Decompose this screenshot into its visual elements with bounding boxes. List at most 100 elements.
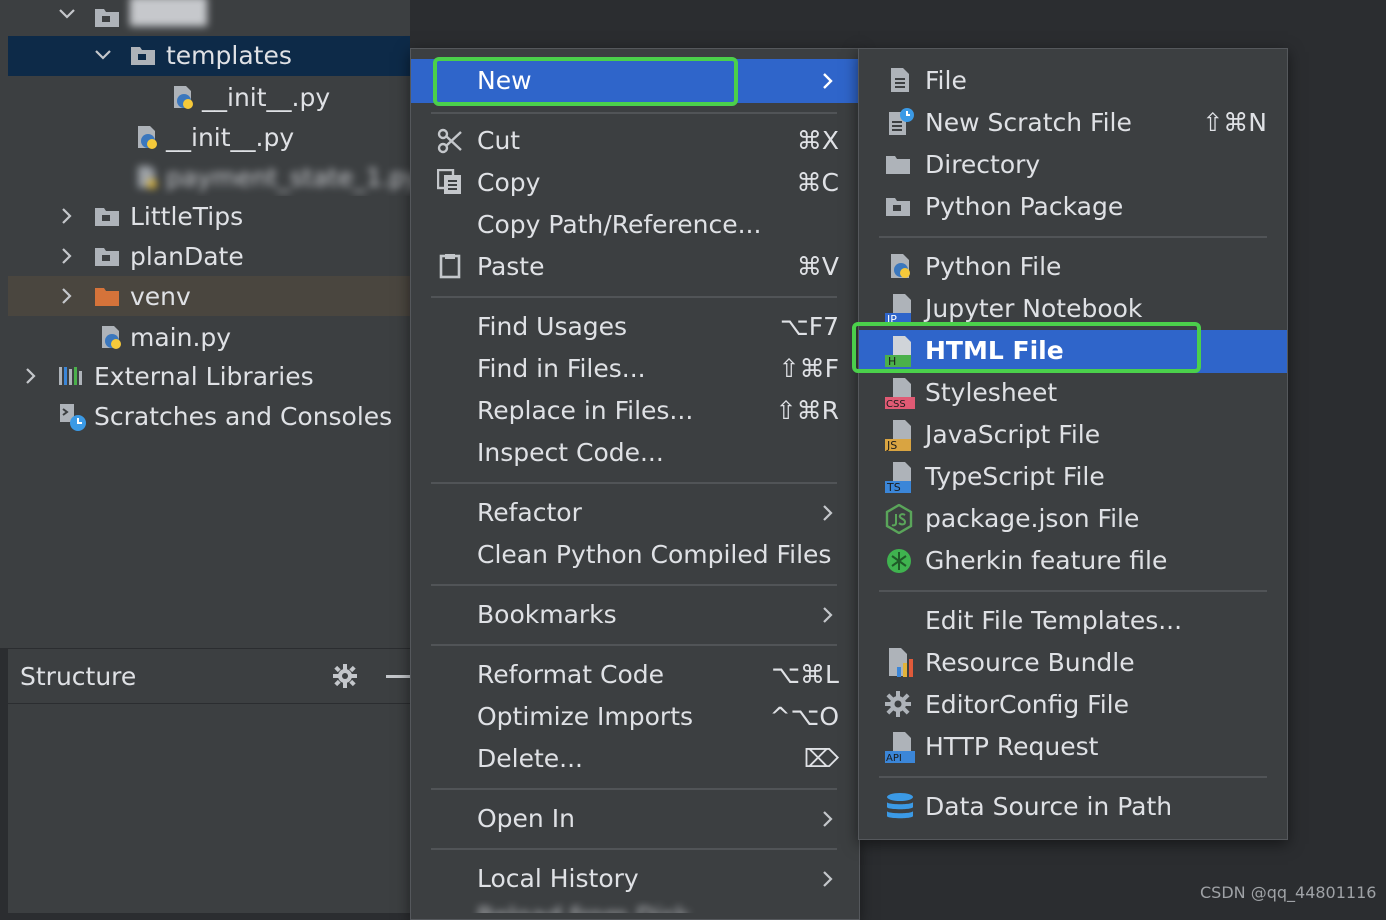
tree-row-root[interactable]: ████ bbox=[8, 0, 410, 40]
scissors-icon bbox=[437, 128, 462, 154]
menu-item-copy-path[interactable]: Copy Path/Reference... bbox=[411, 204, 859, 246]
submenu-item-resource-bundle[interactable]: Resource Bundle bbox=[859, 642, 1287, 684]
menu-item-reformat-code[interactable]: Reformat Code ⌥⌘L bbox=[411, 654, 859, 696]
menu-item-local-history[interactable]: Local History bbox=[411, 858, 859, 900]
menu-item-find-usages[interactable]: Find Usages ⌥F7 bbox=[411, 306, 859, 348]
chevron-right-icon bbox=[819, 798, 837, 840]
folder-icon bbox=[95, 208, 119, 226]
submenu-item-package-json-label: package.json File bbox=[925, 504, 1140, 533]
menu-item-cut[interactable]: Cut ⌘X bbox=[411, 120, 859, 162]
minimize-icon[interactable] bbox=[386, 675, 410, 678]
menu-item-optimize-imports[interactable]: Optimize Imports ^⌥O bbox=[411, 696, 859, 738]
menu-separator bbox=[431, 584, 837, 586]
tree-label-scratches: Scratches and Consoles bbox=[94, 402, 393, 431]
resource-bundle-icon bbox=[889, 648, 913, 677]
submenu-item-resource-bundle-label: Resource Bundle bbox=[925, 648, 1135, 677]
submenu-item-python-package[interactable]: Python Package bbox=[859, 186, 1287, 228]
submenu-item-new-scratch-file[interactable]: New Scratch File ⇧⌘N bbox=[859, 102, 1287, 144]
tree-row-init[interactable]: __init__.py bbox=[8, 116, 410, 156]
chevron-right-icon[interactable] bbox=[20, 365, 42, 387]
tree-row-blurred-file[interactable]: payment_state_1.py bbox=[8, 156, 410, 196]
menu-item-replace-in-files[interactable]: Replace in Files... ⇧⌘R bbox=[411, 390, 859, 432]
submenu-item-editorconfig[interactable]: EditorConfig File bbox=[859, 684, 1287, 726]
submenu-item-file[interactable]: File bbox=[859, 60, 1287, 102]
submenu-item-stylesheet[interactable]: CSS Stylesheet bbox=[859, 372, 1287, 414]
chevron-right-icon bbox=[819, 858, 837, 900]
css-file-icon: CSS bbox=[885, 378, 915, 409]
tree-row-init-nested[interactable]: __init__.py bbox=[8, 76, 410, 116]
python-file-icon bbox=[138, 166, 157, 189]
nodejs-icon bbox=[885, 504, 913, 534]
menu-item-clean-compiled[interactable]: Clean Python Compiled Files bbox=[411, 534, 859, 576]
menu-item-local-history-label: Local History bbox=[477, 864, 639, 893]
project-tree: ████ templates __init__.py __init__.py p… bbox=[0, 0, 410, 648]
menu-item-copy[interactable]: Copy ⌘C bbox=[411, 162, 859, 204]
tree-row-main[interactable]: main.py bbox=[8, 316, 410, 356]
menu-item-delete[interactable]: Delete... ⌦ bbox=[411, 738, 859, 780]
tree-row-scratches[interactable]: Scratches and Consoles bbox=[8, 396, 410, 436]
folder-icon bbox=[886, 156, 910, 174]
submenu-item-edit-file-templates[interactable]: Edit File Templates... bbox=[859, 600, 1287, 642]
typescript-file-icon: TS bbox=[885, 462, 911, 493]
submenu-item-typescript-file[interactable]: TS TypeScript File bbox=[859, 456, 1287, 498]
menu-item-open-in[interactable]: Open In bbox=[411, 798, 859, 840]
database-icon bbox=[887, 793, 913, 819]
menu-separator bbox=[431, 112, 837, 114]
menu-item-copy-shortcut: ⌘C bbox=[796, 168, 839, 197]
menu-item-reformat-code-label: Reformat Code bbox=[477, 660, 664, 689]
tree-label-init-nested: __init__.py bbox=[202, 83, 331, 112]
menu-item-paste-label: Paste bbox=[477, 252, 545, 281]
chevron-down-icon[interactable] bbox=[92, 44, 114, 66]
submenu-item-gherkin[interactable]: Gherkin feature file bbox=[859, 540, 1287, 582]
tree-row-venv[interactable]: venv bbox=[8, 276, 410, 316]
chevron-down-icon[interactable] bbox=[56, 3, 78, 25]
submenu-item-javascript-file[interactable]: JS JavaScript File bbox=[859, 414, 1287, 456]
submenu-item-edit-file-templates-label: Edit File Templates... bbox=[925, 606, 1183, 635]
submenu-item-data-source[interactable]: Data Source in Path bbox=[859, 786, 1287, 828]
copy-icon bbox=[437, 169, 461, 194]
context-menu: New Cut ⌘X Copy ⌘C Copy Path/Reference..… bbox=[410, 48, 860, 920]
file-icon bbox=[891, 68, 909, 92]
menu-item-reload-from-disk-label: Reload from Disk bbox=[477, 900, 690, 913]
svg-text:API: API bbox=[886, 753, 902, 763]
scratch-file-icon bbox=[889, 108, 914, 135]
menu-item-bookmarks[interactable]: Bookmarks bbox=[411, 594, 859, 636]
tree-row-plandate[interactable]: planDate bbox=[8, 236, 410, 276]
svg-text:TS: TS bbox=[886, 481, 901, 493]
menu-item-clean-compiled-label: Clean Python Compiled Files bbox=[477, 540, 832, 569]
scratches-icon bbox=[60, 404, 86, 431]
menu-item-find-in-files[interactable]: Find in Files... ⇧⌘F bbox=[411, 348, 859, 390]
tree-label-venv: venv bbox=[130, 282, 191, 311]
structure-header: Structure bbox=[8, 649, 410, 704]
tree-row-external-libraries[interactable]: External Libraries bbox=[8, 356, 410, 396]
chevron-right-icon bbox=[819, 594, 837, 636]
menu-item-copy-path-label: Copy Path/Reference... bbox=[477, 210, 762, 239]
submenu-item-directory-label: Directory bbox=[925, 150, 1041, 179]
menu-item-reload-from-disk[interactable]: Reload from Disk bbox=[411, 900, 859, 913]
chevron-right-icon[interactable] bbox=[56, 245, 78, 267]
submenu-item-http-request[interactable]: API HTTP Request bbox=[859, 726, 1287, 768]
tree-row-templates[interactable]: templates bbox=[8, 36, 410, 76]
menu-item-inspect-code[interactable]: Inspect Code... bbox=[411, 432, 859, 474]
submenu-item-python-file[interactable]: Python File bbox=[859, 246, 1287, 288]
menu-item-cut-label: Cut bbox=[477, 126, 521, 155]
menu-item-find-usages-shortcut: ⌥F7 bbox=[779, 312, 839, 341]
gear-icon[interactable] bbox=[332, 663, 358, 689]
menu-separator bbox=[431, 788, 837, 790]
menu-item-find-in-files-label: Find in Files... bbox=[477, 354, 646, 383]
tree-row-littletips[interactable]: LittleTips bbox=[8, 196, 410, 236]
chevron-right-icon bbox=[819, 60, 837, 102]
python-file-icon bbox=[138, 126, 157, 149]
menu-item-refactor[interactable]: Refactor bbox=[411, 492, 859, 534]
highlight-ring-html-file bbox=[852, 322, 1201, 373]
tree-label-blurred-file: payment_state_1.py bbox=[166, 163, 410, 192]
submenu-item-package-json[interactable]: package.json File bbox=[859, 498, 1287, 540]
chevron-right-icon[interactable] bbox=[56, 285, 78, 307]
menu-item-paste[interactable]: Paste ⌘V bbox=[411, 246, 859, 288]
http-request-icon: API bbox=[885, 732, 915, 763]
chevron-right-icon[interactable] bbox=[56, 205, 78, 227]
tree-label-plandate: planDate bbox=[130, 242, 244, 271]
tree-label-littletips: LittleTips bbox=[130, 202, 244, 231]
folder-icon bbox=[131, 47, 155, 65]
submenu-item-directory[interactable]: Directory bbox=[859, 144, 1287, 186]
